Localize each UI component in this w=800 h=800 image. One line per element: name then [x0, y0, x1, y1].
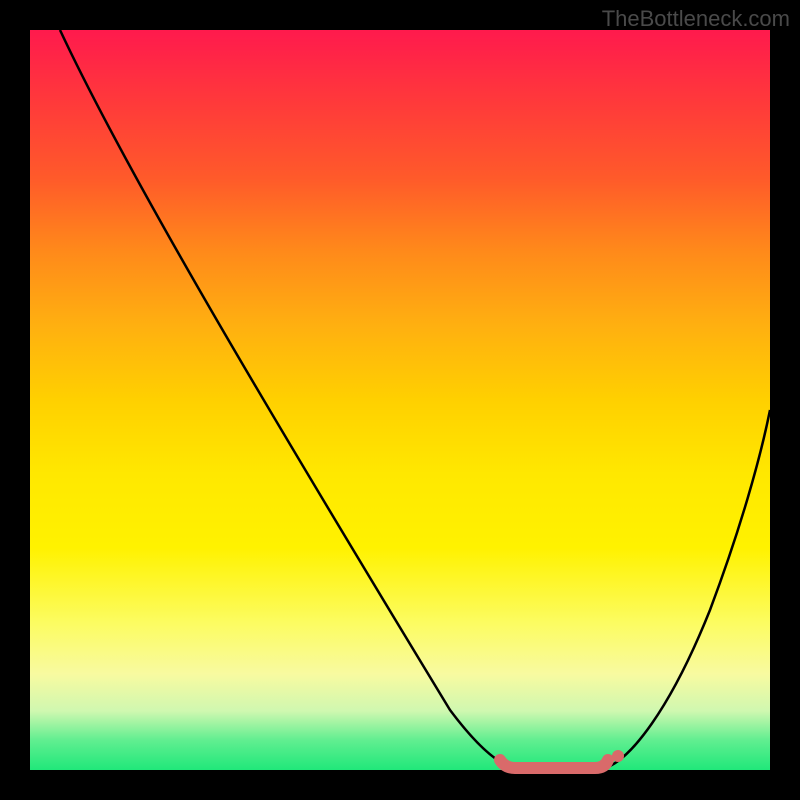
- bottleneck-curve-left: [60, 30, 515, 768]
- chart-svg: [30, 30, 770, 770]
- watermark-text: TheBottleneck.com: [602, 6, 790, 32]
- optimal-zone-marker: [500, 760, 608, 768]
- bottleneck-curve-right: [605, 410, 770, 768]
- optimal-zone-end-dot: [612, 750, 624, 762]
